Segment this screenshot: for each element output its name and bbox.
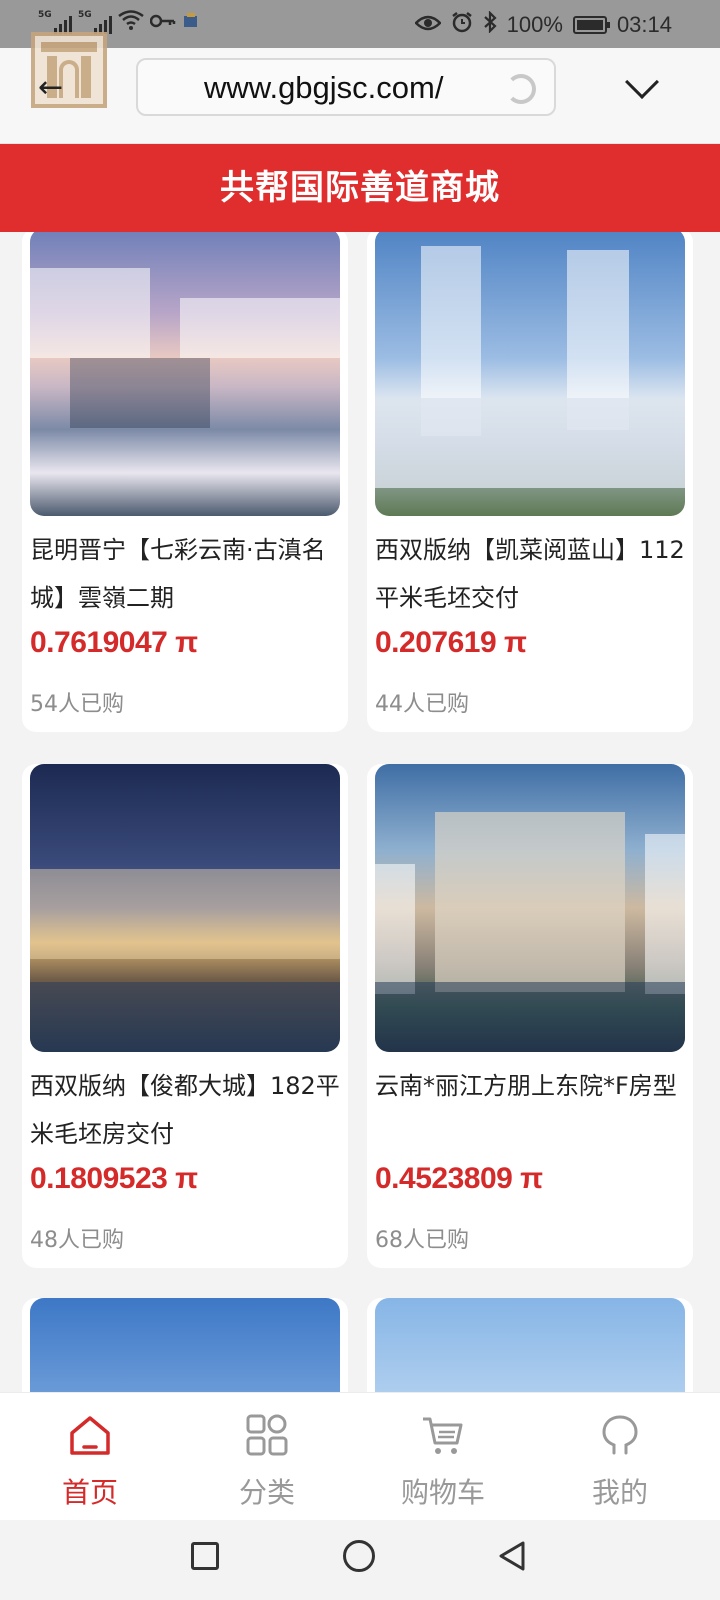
nav-home[interactable]: 首页 — [0, 1393, 180, 1521]
product-sold-count: 44人已购 — [375, 692, 469, 717]
alarm-icon — [451, 11, 473, 39]
bottom-nav: 首页 分类 购物车 我的 — [0, 1392, 720, 1520]
product-price: 0.7619047 π — [30, 626, 198, 659]
status-bar: 5G 5G 100% 03:14 — [0, 0, 720, 48]
battery-percent: 100% — [506, 12, 563, 37]
key-icon — [149, 13, 176, 33]
product-card[interactable] — [367, 1298, 693, 1392]
product-sold-count: 48人已购 — [30, 1228, 124, 1253]
product-image[interactable] — [375, 232, 685, 516]
network-type: 5G — [78, 9, 92, 20]
recent-apps-icon[interactable] — [191, 1542, 219, 1570]
product-card[interactable]: 昆明晋宁【七彩云南·古滇名城】雲嶺二期 0.7619047 π 54人已购 — [22, 232, 348, 732]
page-title: 共帮国际善道商城 — [220, 168, 500, 208]
browser-toolbar: ← www.gbgjsc.com/ — [0, 32, 720, 144]
nav-cart-label: 购物车 — [400, 1476, 485, 1509]
nav-category[interactable]: 分类 — [177, 1393, 357, 1521]
url-text: www.gbgjsc.com/ — [204, 70, 444, 105]
wifi-icon — [118, 10, 144, 35]
product-grid: 昆明晋宁【七彩云南·古滇名城】雲嶺二期 0.7619047 π 54人已购 西双… — [0, 232, 720, 1392]
product-card[interactable] — [22, 1298, 348, 1392]
product-image[interactable] — [375, 1298, 685, 1392]
product-title: 云南*丽江方朋上东院*F房型 — [375, 1072, 677, 1100]
product-price: 0.1809523 π — [30, 1162, 198, 1195]
clock: 03:14 — [616, 12, 672, 37]
product-sold-count: 68人已购 — [375, 1228, 469, 1253]
product-image[interactable] — [30, 232, 340, 516]
product-price: 0.4523809 π — [375, 1162, 543, 1195]
product-image[interactable] — [375, 764, 685, 1052]
nav-cart[interactable]: 购物车 — [353, 1393, 533, 1521]
nav-home-label: 首页 — [61, 1476, 118, 1509]
signal-icon: 5G — [38, 9, 72, 34]
nav-profile-label: 我的 — [591, 1476, 648, 1509]
profile-icon — [602, 1415, 638, 1455]
refresh-icon[interactable] — [506, 74, 536, 104]
store-header: 共帮国际善道商城 — [0, 144, 720, 232]
back-triangle-icon[interactable] — [497, 1540, 527, 1572]
product-title: 西双版纳【俊都大城】182平米毛坯房交付 — [30, 1072, 340, 1148]
home-icon — [70, 1416, 110, 1455]
product-card[interactable]: 西双版纳【凯菜阅蓝山】112平米毛坯交付 0.207619 π 44人已购 — [367, 232, 693, 732]
battery-icon — [572, 16, 610, 34]
product-sold-count: 54人已购 — [30, 692, 124, 717]
product-price: 0.207619 π — [375, 626, 527, 659]
product-card[interactable]: 西双版纳【俊都大城】182平米毛坯房交付 0.1809523 π 48人已购 — [22, 764, 348, 1268]
network-type: 5G — [38, 9, 52, 20]
nav-profile[interactable]: 我的 — [530, 1393, 710, 1521]
product-image[interactable] — [30, 1298, 340, 1392]
url-field[interactable]: www.gbgjsc.com/ — [136, 58, 556, 116]
back-arrow-icon[interactable]: ← — [38, 70, 63, 105]
signal-icon: 5G — [78, 9, 112, 34]
product-title: 西双版纳【凯菜阅蓝山】112平米毛坯交付 — [375, 536, 685, 612]
product-card[interactable]: 云南*丽江方朋上东院*F房型 0.4523809 π 68人已购 — [367, 764, 693, 1268]
app-notification-icon — [182, 12, 200, 34]
status-right: 100% 03:14 — [413, 10, 672, 39]
chevron-down-icon[interactable] — [625, 65, 659, 99]
category-icon — [246, 1414, 288, 1456]
cart-icon — [423, 1417, 463, 1454]
home-button-icon[interactable] — [343, 1540, 375, 1572]
eye-icon — [413, 12, 442, 38]
system-nav-bar — [0, 1520, 720, 1600]
product-title: 昆明晋宁【七彩云南·古滇名城】雲嶺二期 — [30, 536, 326, 612]
bluetooth-icon — [483, 10, 497, 39]
nav-category-label: 分类 — [238, 1476, 295, 1509]
product-image[interactable] — [30, 764, 340, 1052]
